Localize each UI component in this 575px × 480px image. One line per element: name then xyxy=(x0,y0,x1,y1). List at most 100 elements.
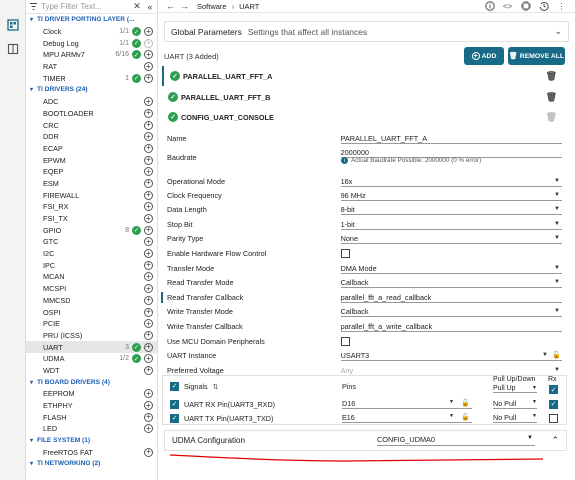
tree-item-mmcsd[interactable]: MMCSD + xyxy=(26,295,157,307)
add-instance-icon[interactable]: + xyxy=(144,260,153,270)
hwflow-checkbox[interactable] xyxy=(340,249,350,258)
tree-item-wdt[interactable]: WDT + xyxy=(26,365,157,377)
tree-item-epwm[interactable]: EPWM + xyxy=(26,154,157,166)
category-file-system[interactable]: ▾ FILE SYSTEM (1) xyxy=(26,435,157,447)
category-board-drivers[interactable]: ▾ TI BOARD DRIVERS (4) xyxy=(26,376,157,388)
tree-item-uart[interactable]: UART 3 ✓ + xyxy=(26,341,157,353)
add-instance-icon[interactable]: + xyxy=(144,62,153,72)
udma-configuration-section[interactable]: UDMA Configuration CONFIG_UDMA0 ▼ ⌃ xyxy=(164,430,567,451)
add-instance-icon[interactable]: + xyxy=(144,272,153,282)
add-instance-icon[interactable]: + xyxy=(144,190,153,200)
inst-field[interactable]: USART3 ▼ 🔓 xyxy=(340,350,562,361)
add-instance-icon[interactable]: + xyxy=(144,319,153,329)
tree-item-freertos-fat[interactable]: FreeRTOS FAT + xyxy=(26,446,157,458)
stop-field[interactable]: 1-bit ▼ xyxy=(340,219,562,230)
add-instance-icon[interactable]: + xyxy=(144,354,153,364)
datalen-field[interactable]: 8-bit ▼ xyxy=(340,204,562,215)
rtmode-field[interactable]: Callback ▼ xyxy=(340,277,562,288)
trash-icon[interactable]: 🗑 xyxy=(546,112,557,123)
rx-checkbox[interactable] xyxy=(549,413,558,423)
add-button[interactable]: + ADD xyxy=(464,47,504,65)
trash-icon[interactable]: 🗑 xyxy=(546,92,557,103)
name-field[interactable]: PARALLEL_UART_FFT_A xyxy=(340,133,562,144)
back-arrow-icon[interactable]: ← xyxy=(166,1,175,11)
add-instance-icon[interactable]: + xyxy=(144,424,153,434)
chevron-down-icon[interactable]: ⌄ xyxy=(554,26,562,37)
signals-all-checkbox[interactable]: ✓ xyxy=(170,381,179,391)
history-icon[interactable] xyxy=(538,1,549,12)
pin-select[interactable]: E16 ▼ 🔓 xyxy=(342,413,472,423)
tree-item-bootloader[interactable]: BOOTLOADER + xyxy=(26,108,157,120)
wtcb-field[interactable]: parallel_fft_a_write_callback xyxy=(340,321,562,332)
rx-checkbox[interactable]: ✓ xyxy=(549,399,558,409)
rtcb-field[interactable]: parallel_fft_a_read_callback xyxy=(340,292,562,303)
filter-input[interactable]: Type Filter Text... xyxy=(41,2,129,11)
add-instance-icon[interactable]: + xyxy=(144,132,153,142)
tree-item-fsi-rx[interactable]: FSI_RX + xyxy=(26,201,157,213)
sort-icon[interactable]: ⇅ xyxy=(213,382,219,391)
clock-field[interactable]: 96 MHz ▼ xyxy=(340,190,562,201)
global-parameters-section[interactable]: Global Parameters Settings that affect a… xyxy=(164,21,569,42)
add-instance-icon[interactable]: + xyxy=(144,307,153,317)
category-ti-drivers[interactable]: ▾ TI DRIVERS (24) xyxy=(26,84,157,96)
wtmode-field[interactable]: Callback ▼ xyxy=(340,306,562,317)
breadcrumb-uart[interactable]: UART xyxy=(239,2,259,11)
more-options-icon[interactable]: ⋮ xyxy=(556,1,567,12)
lock-icon[interactable]: 🔓 xyxy=(461,413,470,421)
add-instance-icon[interactable]: + xyxy=(144,73,153,83)
tree-item-pcie[interactable]: PCIE + xyxy=(26,318,157,330)
add-instance-icon[interactable]: + xyxy=(144,50,153,60)
uart-instance-item[interactable]: ✓ PARALLEL_UART_FFT_B 🗑 xyxy=(162,87,561,107)
add-instance-icon[interactable]: + xyxy=(144,295,153,305)
tree-item-flash[interactable]: FLASH + xyxy=(26,411,157,423)
signal-checkbox[interactable]: ✓ xyxy=(170,413,179,423)
add-instance-icon[interactable]: + xyxy=(144,120,153,130)
lock-icon[interactable]: 🔓 xyxy=(552,351,561,359)
uart-instance-item[interactable]: ✓ PARALLEL_UART_FFT_A 🗑 xyxy=(162,66,561,86)
tree-item-eeprom[interactable]: EEPROM + xyxy=(26,388,157,400)
tree-item-pru-icss-[interactable]: PRU (ICSS) + xyxy=(26,330,157,342)
signal-checkbox[interactable]: ✓ xyxy=(170,399,179,409)
tree-item-firewall[interactable]: FIREWALL + xyxy=(26,189,157,201)
clear-filter-icon[interactable]: ✕ xyxy=(132,1,142,12)
code-view-icon[interactable]: <> xyxy=(502,1,513,12)
tree-item-adc[interactable]: ADC + xyxy=(26,96,157,108)
add-instance-icon[interactable]: + xyxy=(144,330,153,340)
forward-arrow-icon[interactable]: → xyxy=(180,1,189,11)
add-instance-icon[interactable]: + xyxy=(144,108,153,118)
pull-select[interactable]: No Pull ▼ xyxy=(493,413,537,423)
add-instance-icon[interactable]: + xyxy=(144,401,153,411)
add-instance-icon[interactable]: + xyxy=(144,214,153,224)
tree-item-ecap[interactable]: ECAP + xyxy=(26,143,157,155)
tree-item-timer[interactable]: TIMER 1 ✓ + xyxy=(26,72,157,84)
tree-item-crc[interactable]: CRC + xyxy=(26,119,157,131)
add-instance-icon[interactable]: + xyxy=(144,342,153,352)
tree-item-udma[interactable]: UDMA 1/2 ✓ + xyxy=(26,353,157,365)
tree-item-esm[interactable]: ESM + xyxy=(26,178,157,190)
add-instance-icon[interactable]: + xyxy=(144,225,153,235)
remove-all-button[interactable]: 🗑 REMOVE ALL xyxy=(508,47,565,65)
txmode-field[interactable]: DMA Mode ▼ xyxy=(340,263,562,274)
uart-instance-item[interactable]: ✓ CONFIG_UART_CONSOLE 🗑 xyxy=(162,107,561,127)
chevron-up-icon[interactable]: ⌃ xyxy=(551,435,559,446)
add-instance-icon[interactable]: + xyxy=(144,249,153,259)
pin-select[interactable]: D16 ▼ 🔓 xyxy=(342,399,472,409)
opmode-field[interactable]: 16x ▼ xyxy=(340,176,562,187)
tree-item-eqep[interactable]: EQEP + xyxy=(26,166,157,178)
pull-select[interactable]: No Pull ▼ xyxy=(493,399,537,409)
filter-icon[interactable] xyxy=(28,2,38,12)
rx-all-checkbox[interactable]: ✓ xyxy=(549,385,558,394)
tree-item-mcspi[interactable]: MCSPI + xyxy=(26,283,157,295)
add-instance-icon[interactable]: + xyxy=(144,155,153,165)
info-icon[interactable] xyxy=(484,1,495,12)
tree-item-mcan[interactable]: MCAN + xyxy=(26,271,157,283)
udma-configuration-select[interactable]: CONFIG_UDMA0 ▼ xyxy=(377,435,535,446)
add-instance-icon[interactable]: + xyxy=(144,365,153,375)
tree-item-debug-log[interactable]: Debug Log 1/1 ✓ + xyxy=(26,37,157,49)
add-instance-icon[interactable]: + xyxy=(144,237,153,247)
tree-item-fsi-tx[interactable]: FSI_TX + xyxy=(26,213,157,225)
tree-item-i2c[interactable]: I2C + xyxy=(26,248,157,260)
tree-item-clock[interactable]: Clock 1/1 ✓ + xyxy=(26,26,157,38)
add-instance-icon[interactable]: + xyxy=(144,38,153,48)
mcu-checkbox[interactable] xyxy=(340,337,350,346)
